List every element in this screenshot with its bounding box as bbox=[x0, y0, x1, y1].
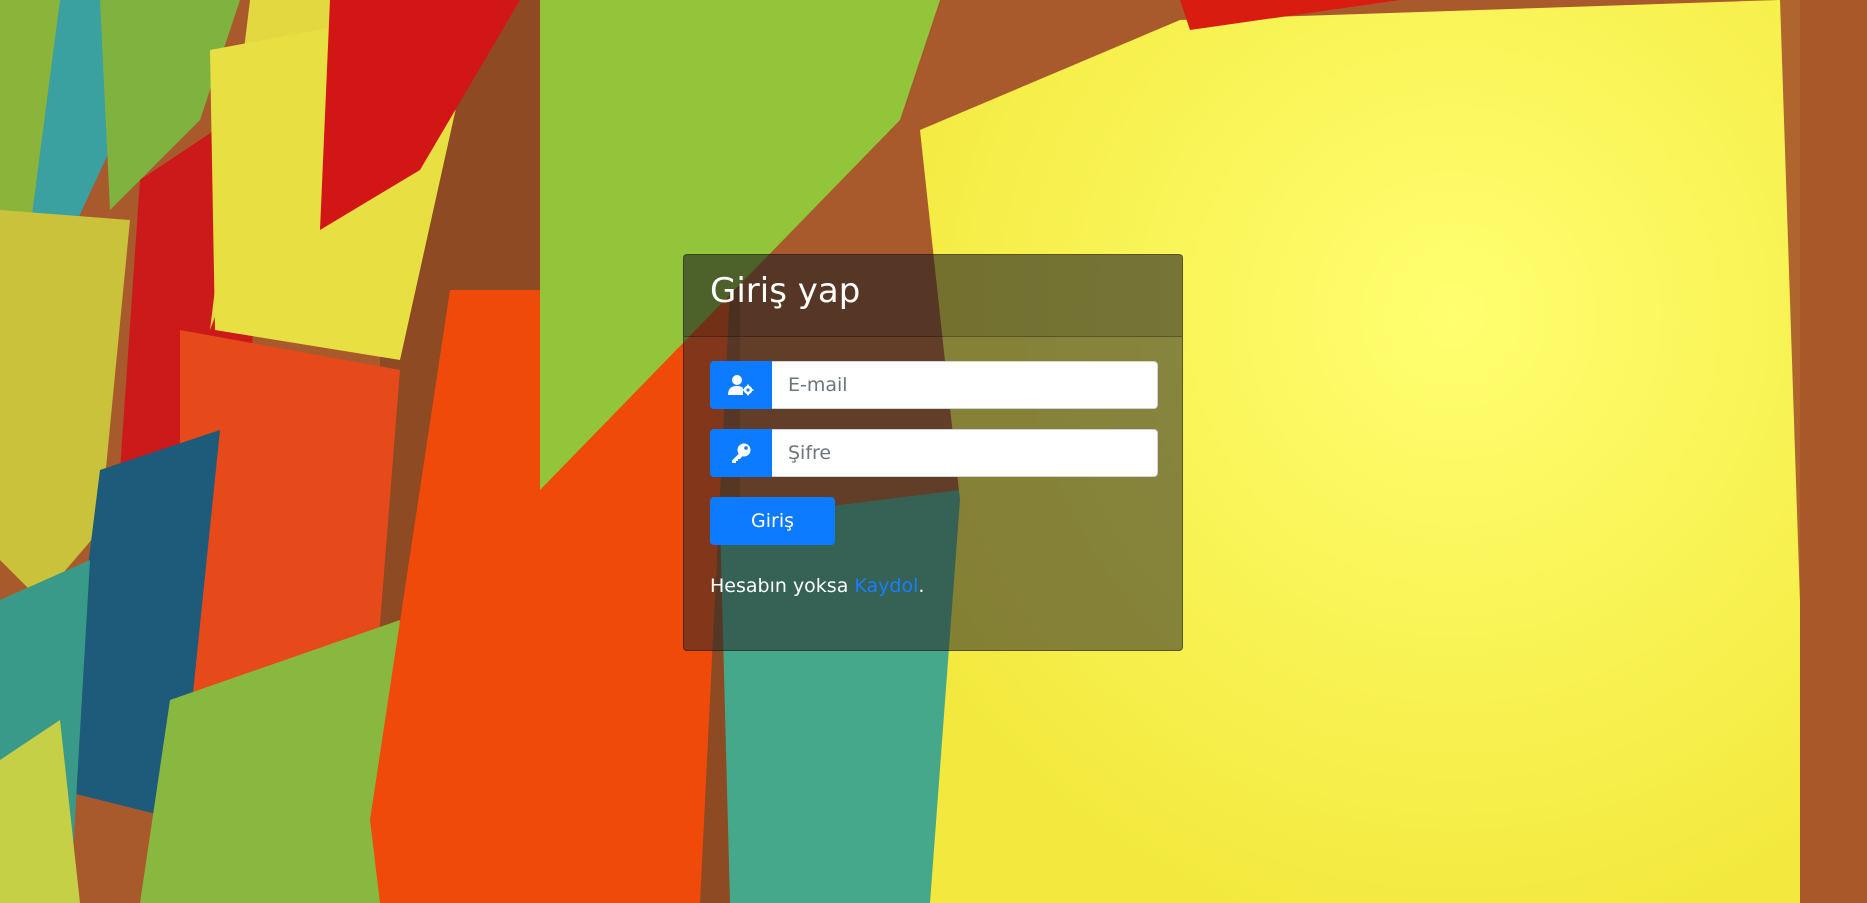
email-input-group bbox=[710, 361, 1158, 409]
password-input-group bbox=[710, 429, 1158, 477]
email-input[interactable] bbox=[772, 361, 1158, 409]
register-prefix-text: Hesabın yoksa bbox=[710, 575, 855, 597]
key-icon bbox=[710, 429, 772, 477]
login-button[interactable]: Giriş bbox=[710, 497, 835, 545]
register-prompt: Hesabın yoksa Kaydol. bbox=[710, 575, 1156, 597]
login-title: Giriş yap bbox=[710, 271, 861, 311]
register-suffix-text: . bbox=[918, 575, 925, 597]
login-card-header: Giriş yap bbox=[684, 255, 1182, 337]
login-card-body: Giriş Hesabın yoksa Kaydol. bbox=[684, 337, 1182, 597]
register-link[interactable]: Kaydol bbox=[854, 575, 918, 597]
login-card: Giriş yap E-mail Giriş Hesabın yoksa Kay… bbox=[683, 254, 1183, 651]
user-gear-icon bbox=[710, 361, 772, 409]
password-input[interactable] bbox=[772, 429, 1158, 477]
